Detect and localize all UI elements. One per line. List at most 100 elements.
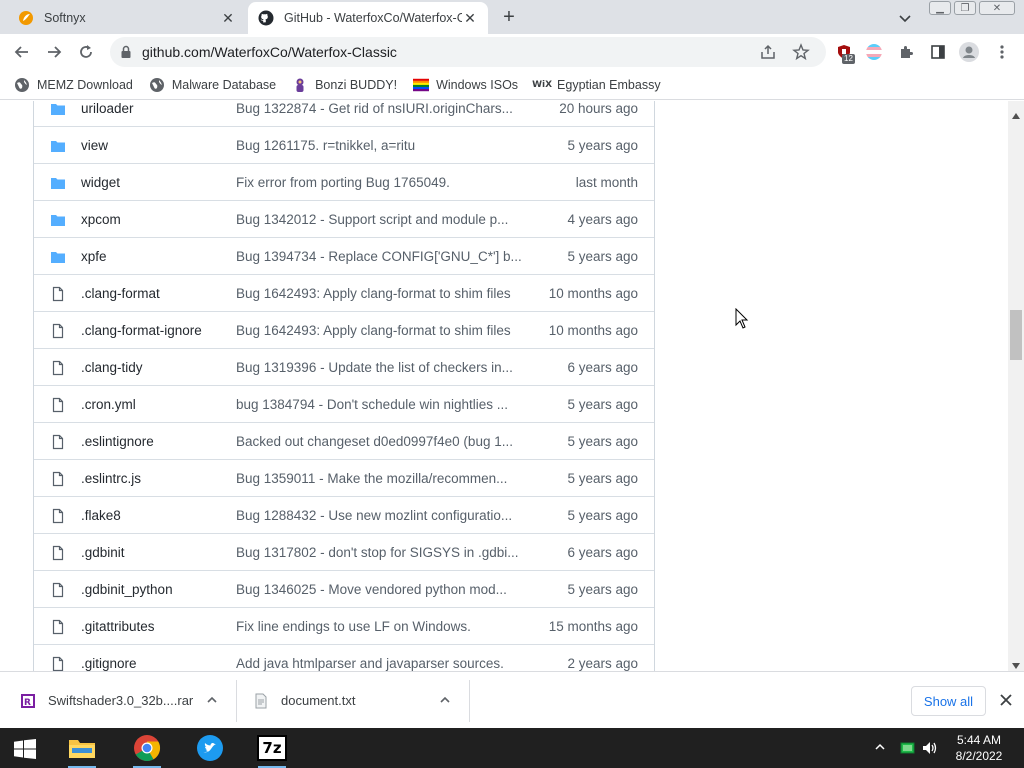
bookmark-egyptian-embassy[interactable]: WiX Egyptian Embassy bbox=[532, 77, 661, 93]
share-icon[interactable] bbox=[760, 44, 776, 63]
bookmark-windows-isos[interactable]: Windows ISOs bbox=[413, 77, 518, 93]
7zip-icon[interactable]: 7z bbox=[248, 728, 296, 768]
vertical-scrollbar[interactable] bbox=[1008, 101, 1024, 671]
file-name-link[interactable]: .clang-tidy bbox=[81, 360, 143, 375]
commit-message-link[interactable]: Bug 1359011 - Make the mozilla/recommen.… bbox=[236, 471, 526, 486]
file-name-link[interactable]: .eslintignore bbox=[81, 434, 154, 449]
tab-search-chevron-icon[interactable] bbox=[896, 9, 914, 27]
chevron-up-icon[interactable] bbox=[206, 694, 218, 709]
commit-message-link[interactable]: Bug 1394734 - Replace CONFIG['GNU_C*'] b… bbox=[236, 249, 526, 264]
bookmark-bonzi-buddy[interactable]: Bonzi BUDDY! bbox=[292, 77, 397, 93]
twitter-icon[interactable] bbox=[186, 728, 234, 768]
bookmark-memz-download[interactable]: MEMZ Download bbox=[14, 77, 133, 93]
shield-extension-icon[interactable]: 12 bbox=[834, 42, 855, 64]
commit-message-link[interactable]: Add java htmlparser and javaparser sourc… bbox=[236, 656, 526, 671]
commit-message-link[interactable]: Bug 1288432 - Use new mozlint configurat… bbox=[236, 508, 526, 523]
commit-message-link[interactable]: Fix line endings to use LF on Windows. bbox=[236, 619, 526, 634]
commit-message-link[interactable]: Bug 1261175. r=tnikkel, a=ritu bbox=[236, 138, 526, 153]
commit-message-link[interactable]: Fix error from porting Bug 1765049. bbox=[236, 175, 526, 190]
close-window-icon[interactable]: ✕ bbox=[979, 1, 1015, 15]
download-item[interactable]: document.txt bbox=[253, 672, 469, 729]
restore-window-icon[interactable]: ❐ bbox=[954, 1, 976, 15]
windows-start-icon[interactable] bbox=[14, 739, 36, 762]
file-name-link[interactable]: view bbox=[81, 138, 108, 153]
file-name-link[interactable]: .gdbinit bbox=[81, 545, 125, 560]
tab-softnyx[interactable]: Softnyx ✕ bbox=[8, 2, 246, 34]
file-row[interactable]: .clang-format-ignore Bug 1642493: Apply c… bbox=[34, 312, 654, 349]
battery-icon[interactable] bbox=[900, 740, 916, 759]
trans-flag-extension-icon[interactable] bbox=[864, 42, 884, 62]
show-hidden-icons-chevron-icon[interactable] bbox=[874, 740, 886, 757]
chevron-up-icon[interactable] bbox=[439, 694, 451, 709]
lock-icon[interactable] bbox=[120, 45, 132, 62]
file-row[interactable]: xpcom Bug 1342012 - Support script and mo… bbox=[34, 201, 654, 238]
file-row[interactable]: .flake8 Bug 1288432 - Use new mozlint con… bbox=[34, 497, 654, 534]
close-tab-icon[interactable]: ✕ bbox=[220, 10, 236, 26]
bookmark-star-icon[interactable] bbox=[792, 43, 810, 64]
commit-message-link[interactable]: Bug 1342012 - Support script and module … bbox=[236, 212, 526, 227]
file-row[interactable]: uriloader Bug 1322874 - Get rid of nsIURI… bbox=[34, 101, 654, 127]
close-tab-icon[interactable]: ✕ bbox=[462, 10, 478, 26]
file-name-link[interactable]: .gitattributes bbox=[81, 619, 155, 634]
file-name-link[interactable]: .clang-format-ignore bbox=[81, 323, 202, 338]
folder-icon bbox=[50, 101, 66, 117]
file-row[interactable]: .clang-tidy Bug 1319396 - Update the list… bbox=[34, 349, 654, 386]
file-row[interactable]: widget Fix error from porting Bug 1765049… bbox=[34, 164, 654, 201]
back-button[interactable] bbox=[11, 41, 33, 63]
file-name-link[interactable]: .flake8 bbox=[81, 508, 121, 523]
chrome-icon[interactable] bbox=[123, 728, 171, 768]
file-row[interactable]: .gitattributes Fix line endings to use LF… bbox=[34, 608, 654, 645]
file-row[interactable]: .gitignore Add java htmlparser and javapa… bbox=[34, 645, 654, 671]
file-row[interactable]: xpfe Bug 1394734 - Replace CONFIG['GNU_C*… bbox=[34, 238, 654, 275]
forward-button[interactable] bbox=[43, 41, 65, 63]
system-clock[interactable]: 5:44 AM 8/2/2022 bbox=[944, 732, 1014, 764]
wix-icon: WiX bbox=[532, 79, 553, 90]
commit-message-link[interactable]: Bug 1319396 - Update the list of checker… bbox=[236, 360, 526, 375]
download-item[interactable]: R Swiftshader3.0_32b....rar bbox=[20, 672, 236, 729]
file-name-link[interactable]: xpcom bbox=[81, 212, 121, 227]
kebab-menu-icon[interactable] bbox=[992, 42, 1012, 62]
file-row[interactable]: .gdbinit Bug 1317802 - don't stop for SIG… bbox=[34, 534, 654, 571]
minimize-window-icon[interactable]: ▁ bbox=[929, 1, 951, 15]
file-name-link[interactable]: .cron.yml bbox=[81, 397, 136, 412]
scroll-up-arrow-icon[interactable] bbox=[1012, 107, 1020, 122]
close-shelf-icon[interactable] bbox=[998, 692, 1014, 708]
folder-icon bbox=[50, 175, 66, 191]
commit-message-link[interactable]: Bug 1642493: Apply clang-format to shim … bbox=[236, 323, 526, 338]
file-name-link[interactable]: .eslintrc.js bbox=[81, 471, 141, 486]
show-all-downloads-button[interactable]: Show all bbox=[911, 686, 986, 716]
commit-message-link[interactable]: Bug 1346025 - Move vendored python mod..… bbox=[236, 582, 526, 597]
new-tab-button[interactable]: + bbox=[498, 7, 520, 29]
scroll-down-arrow-icon[interactable] bbox=[1012, 657, 1020, 672]
commit-message-link[interactable]: Bug 1317802 - don't stop for SIGSYS in .… bbox=[236, 545, 526, 560]
file-row[interactable]: .eslintignore Backed out changeset d0ed09… bbox=[34, 423, 654, 460]
file-icon bbox=[50, 323, 66, 339]
side-panel-icon[interactable] bbox=[928, 42, 948, 62]
profile-avatar-icon[interactable] bbox=[959, 42, 979, 62]
commit-message-link[interactable]: bug 1384794 - Don't schedule win nightli… bbox=[236, 397, 526, 412]
scrollbar-thumb[interactable] bbox=[1010, 310, 1022, 360]
file-row[interactable]: .clang-format Bug 1642493: Apply clang-fo… bbox=[34, 275, 654, 312]
volume-icon[interactable] bbox=[922, 740, 940, 759]
file-name-link[interactable]: .gitignore bbox=[81, 656, 137, 671]
file-name-link[interactable]: widget bbox=[81, 175, 120, 190]
bookmark-malware-database[interactable]: Malware Database bbox=[149, 77, 276, 93]
commit-message-link[interactable]: Backed out changeset d0ed0997f4e0 (bug 1… bbox=[236, 434, 526, 449]
reload-button[interactable] bbox=[75, 41, 97, 63]
file-row[interactable]: .gdbinit_python Bug 1346025 - Move vendor… bbox=[34, 571, 654, 608]
file-name-link[interactable]: .gdbinit_python bbox=[81, 582, 173, 597]
file-row[interactable]: .eslintrc.js Bug 1359011 - Make the mozil… bbox=[34, 460, 654, 497]
tab-github[interactable]: GitHub - WaterfoxCo/Waterfox-C ✕ bbox=[248, 2, 488, 34]
commit-message-link[interactable]: Bug 1322874 - Get rid of nsIURI.originCh… bbox=[236, 101, 526, 116]
folder-icon bbox=[50, 249, 66, 265]
file-name-link[interactable]: .clang-format bbox=[81, 286, 160, 301]
puzzle-extensions-icon[interactable] bbox=[896, 42, 916, 62]
file-name-link[interactable]: xpfe bbox=[81, 249, 107, 264]
file-row[interactable]: view Bug 1261175. r=tnikkel, a=ritu 5 year… bbox=[34, 127, 654, 164]
address-bar[interactable]: github.com/WaterfoxCo/Waterfox-Classic bbox=[110, 37, 826, 67]
file-explorer-icon[interactable] bbox=[58, 728, 106, 768]
file-name-link[interactable]: uriloader bbox=[81, 101, 134, 116]
file-row[interactable]: .cron.yml bug 1384794 - Don't schedule wi… bbox=[34, 386, 654, 423]
page-viewport[interactable]: uriloader Bug 1322874 - Get rid of nsIURI… bbox=[0, 101, 1008, 671]
commit-message-link[interactable]: Bug 1642493: Apply clang-format to shim … bbox=[236, 286, 526, 301]
